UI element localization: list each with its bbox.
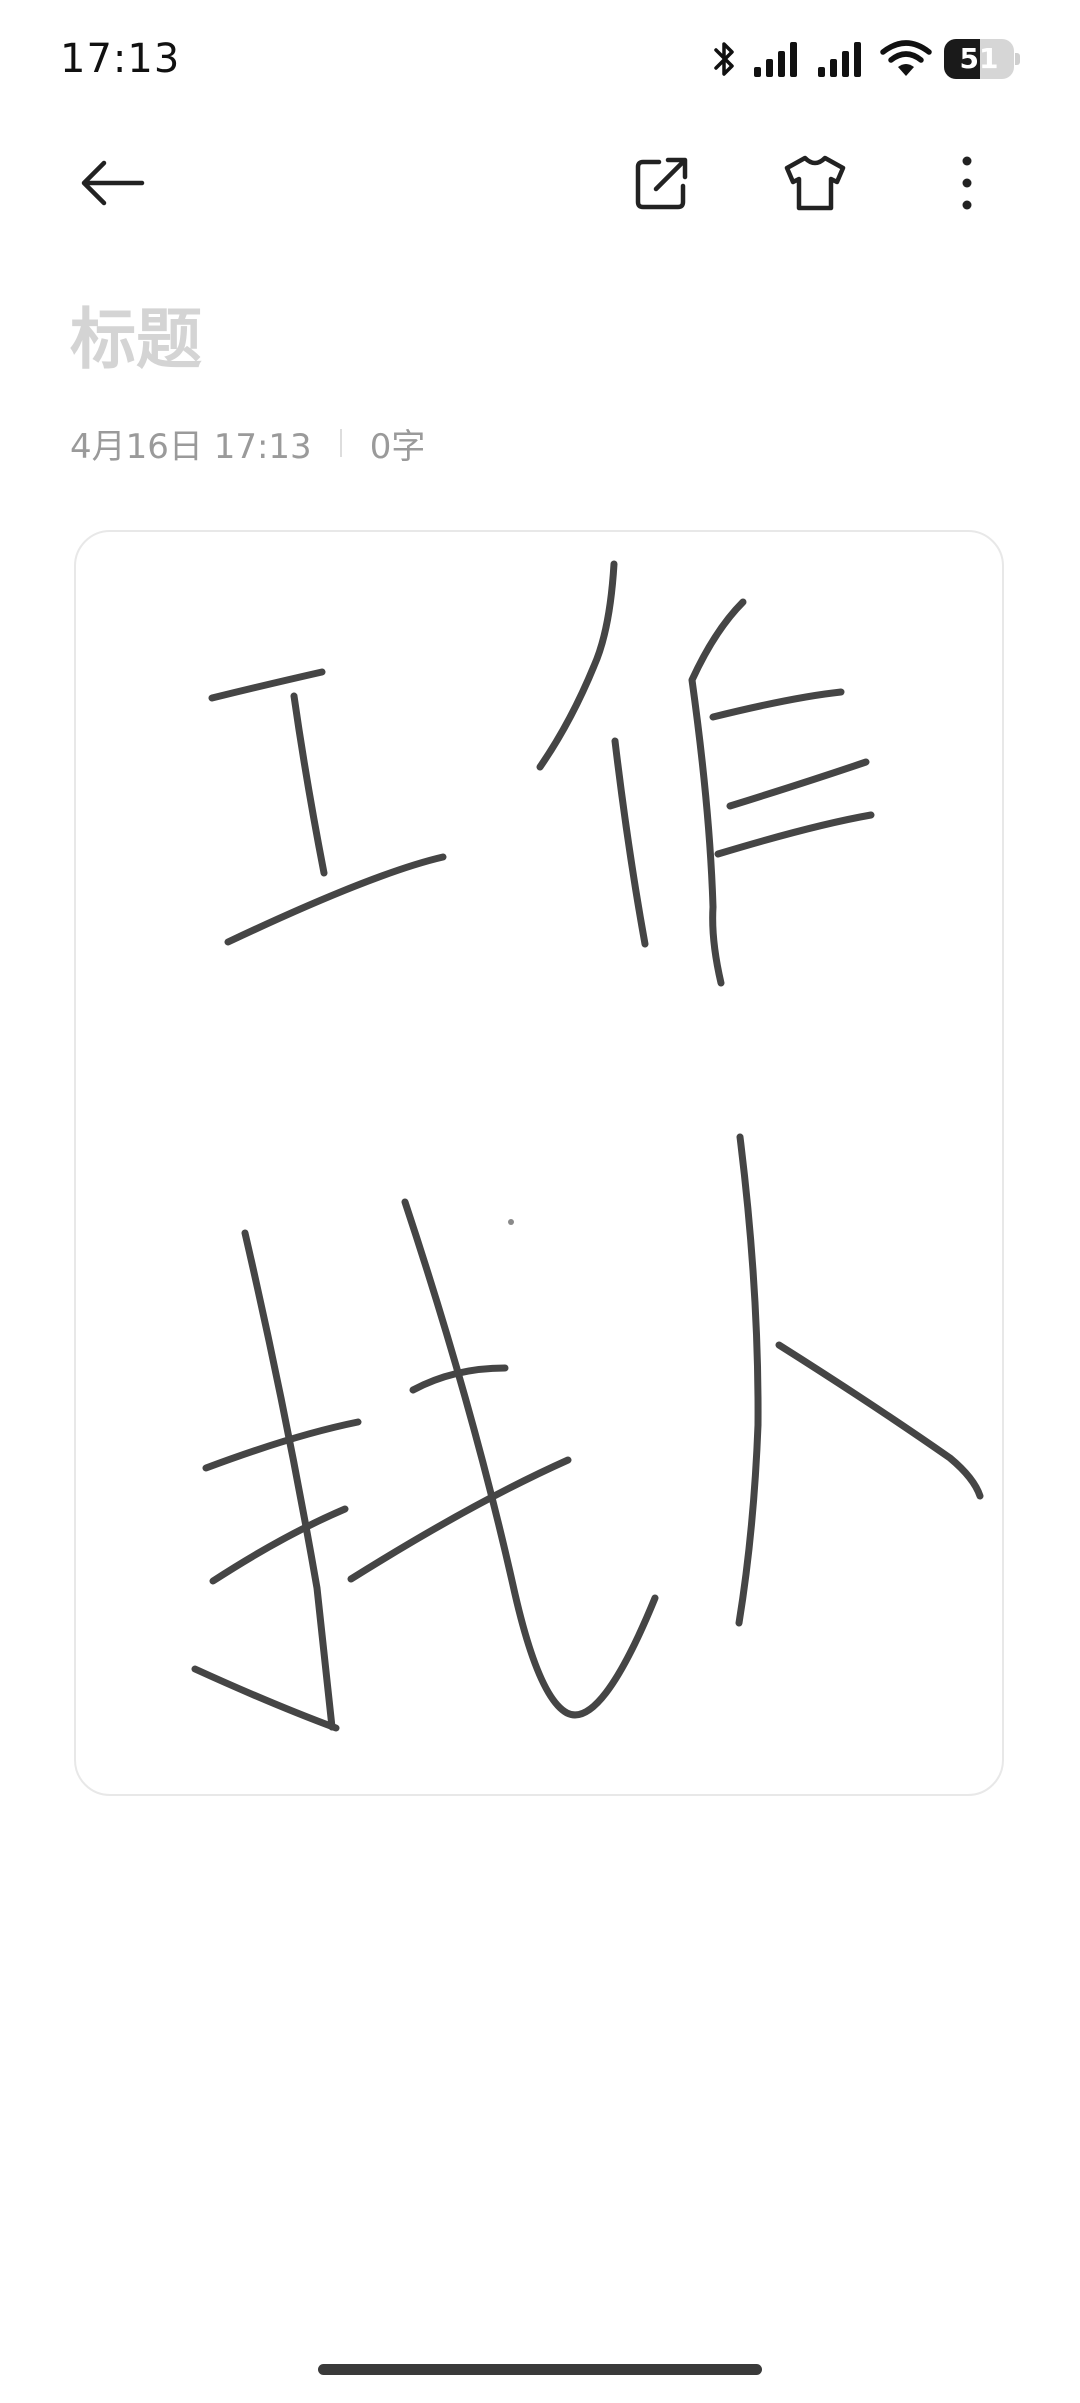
share-button[interactable]: [607, 130, 717, 240]
note-toolbar: [0, 130, 1080, 240]
back-button[interactable]: [58, 130, 168, 240]
bluetooth-icon: [710, 39, 740, 79]
handwriting-card[interactable]: [74, 530, 1004, 1796]
ink-stroke: [241, 1229, 336, 1731]
ink-stroke: [688, 598, 747, 987]
ink-stroke: [611, 737, 649, 948]
ink-stroke: [714, 811, 875, 858]
ink-stroke: [224, 853, 447, 946]
meta-divider: [339, 429, 342, 457]
ink-stroke: [347, 1456, 572, 1583]
home-indicator[interactable]: [318, 2364, 762, 2375]
more-vertical-icon: [957, 153, 977, 217]
ink-dot: [508, 1219, 514, 1225]
word-count: 0字: [369, 426, 426, 467]
status-icons: 51: [710, 34, 1020, 84]
battery-icon: 51: [944, 39, 1020, 79]
tshirt-icon: [782, 153, 848, 217]
arrow-left-icon: [78, 158, 148, 212]
share-external-icon: [632, 153, 692, 217]
ink-stroke: [401, 1198, 659, 1719]
ink-stroke: [191, 1665, 340, 1732]
ink-stroke: [709, 688, 845, 721]
signal-icon: [752, 39, 804, 79]
ink-stroke: [209, 1505, 349, 1585]
more-options-button[interactable]: [912, 130, 1022, 240]
note-meta: 4月16日 17:13 0字: [70, 418, 425, 468]
ink-stroke: [290, 692, 328, 877]
wifi-icon: [880, 39, 932, 79]
ink-stroke: [735, 1133, 762, 1627]
ink-stroke: [208, 668, 326, 702]
ink-stroke: [775, 1341, 984, 1500]
note-title-input[interactable]: 标题: [70, 286, 202, 382]
theme-button[interactable]: [760, 130, 870, 240]
note-date: 4月16日 17:13: [70, 426, 312, 467]
handwriting-drawing: [191, 560, 984, 1732]
signal-icon: [816, 39, 868, 79]
ink-stroke: [536, 560, 618, 771]
ink-stroke: [202, 1418, 362, 1472]
ink-stroke: [726, 758, 870, 810]
status-time: 17:13: [60, 36, 181, 82]
battery-level: 51: [959, 42, 999, 75]
status-bar: 17:13 51: [0, 0, 1080, 120]
